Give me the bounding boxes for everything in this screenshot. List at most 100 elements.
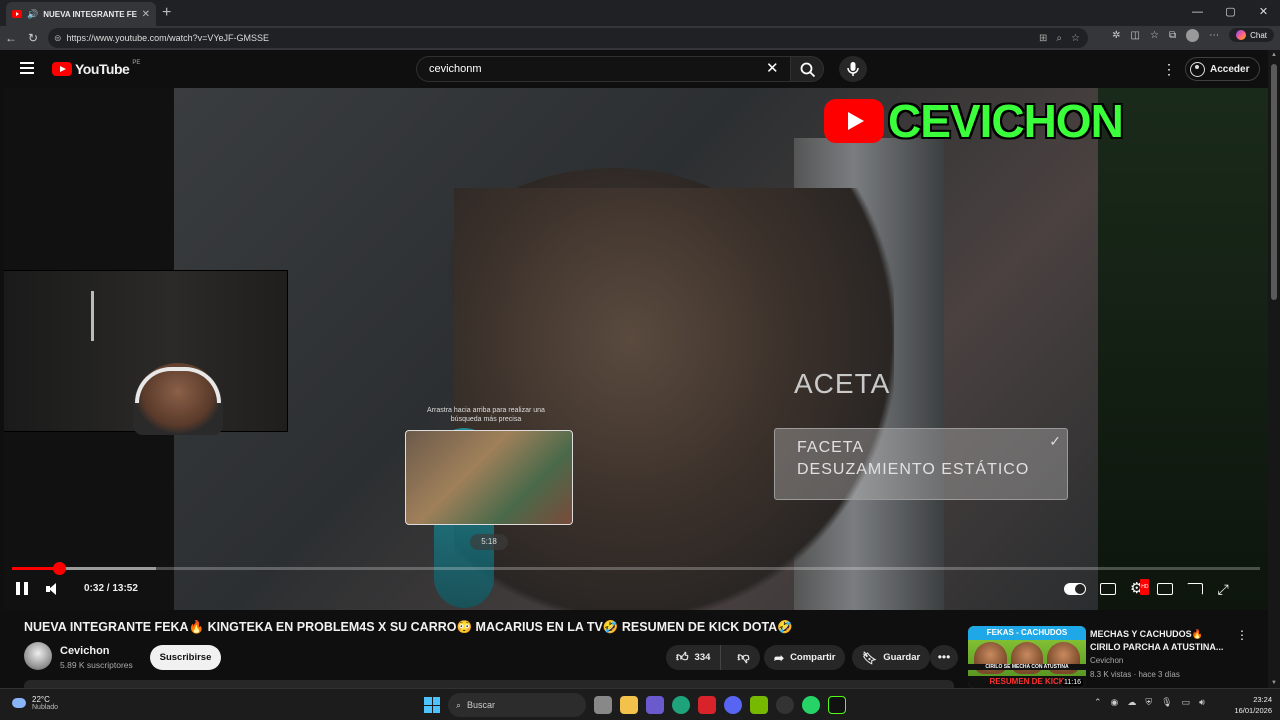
- weather-widget[interactable]: 22°C Nublado: [12, 695, 58, 711]
- channel-avatar[interactable]: [24, 642, 52, 670]
- scrollbar-thumb[interactable]: [1271, 64, 1277, 300]
- zoom-icon[interactable]: ⌕: [1056, 33, 1062, 44]
- wifi-icon[interactable]: ◉: [1111, 697, 1119, 708]
- extensions-icon[interactable]: ✲: [1112, 30, 1120, 41]
- bookmark-star-icon[interactable]: ☆: [1071, 33, 1080, 44]
- like-button[interactable]: 👍︎ 334: [666, 645, 722, 670]
- overlay-card-line1: FACETA: [797, 439, 865, 456]
- subtitles-icon[interactable]: [1100, 583, 1116, 595]
- description-box[interactable]: [24, 680, 954, 688]
- window-controls: — ▢ ✕: [1181, 0, 1280, 24]
- theater-mode-icon[interactable]: [1157, 583, 1174, 595]
- split-screen-icon[interactable]: ◫: [1131, 30, 1140, 41]
- progress-bar[interactable]: [12, 562, 1260, 575]
- recommended-title[interactable]: MECHAS Y CACHUDOS🔥 CIRILO PARCHA A ATUST…: [1090, 628, 1230, 654]
- scroll-down-icon[interactable]: ▼: [1271, 680, 1277, 686]
- system-tray: ⌃ ◉ ☁ ⛨ 🎙︎ ▭ 🔊︎: [1094, 697, 1205, 708]
- search-input[interactable]: cevichonm: [416, 56, 790, 82]
- watermark-text: CEVICHON: [888, 95, 1124, 147]
- thumb-top-text: FEKAS - CACHUDOS: [968, 626, 1086, 640]
- taskbar-search[interactable]: ⌕ Buscar: [448, 693, 586, 717]
- profile-avatar[interactable]: [1186, 28, 1200, 42]
- thumbs-down-icon: 👎︎: [737, 650, 750, 664]
- search-icon: ⌕: [456, 699, 462, 710]
- copilot-icon: [1236, 30, 1247, 40]
- onedrive-icon[interactable]: ☁: [1127, 697, 1136, 708]
- player-controls-right: ⚙ HD ⤢: [1064, 579, 1229, 597]
- share-button[interactable]: ➦ Compartir: [764, 645, 846, 670]
- task-view-icon[interactable]: [594, 696, 612, 714]
- reload-icon[interactable]: ↻: [22, 31, 44, 45]
- video-player[interactable]: CEVICHON ACETA FACETA DESUZAMIENTO ESTÁT…: [4, 88, 1268, 610]
- nvidia-icon[interactable]: [750, 696, 768, 714]
- app-install-icon[interactable]: ⊞: [1039, 33, 1047, 44]
- favorites-icon[interactable]: ☆: [1150, 30, 1159, 41]
- file-explorer-icon[interactable]: [620, 696, 638, 714]
- save-label: Guardar: [883, 652, 921, 663]
- site-info-icon[interactable]: ⊜: [54, 33, 62, 44]
- overlay-card: FACETA DESUZAMIENTO ESTÁTICO ✓: [774, 428, 1068, 500]
- save-button[interactable]: 🔖︎ Guardar: [852, 645, 931, 670]
- back-icon[interactable]: ←: [0, 31, 22, 45]
- dislike-button[interactable]: 👎︎: [727, 650, 759, 665]
- close-tab-icon[interactable]: ✕: [142, 9, 150, 20]
- settings-kebab-icon[interactable]: ⋮: [1162, 62, 1176, 76]
- share-label: Compartir: [790, 652, 836, 663]
- browser-tab[interactable]: 🔊 NUEVA INTEGRANTE FEKA🔥 ✕: [6, 2, 156, 26]
- clear-search-icon[interactable]: ✕: [766, 59, 779, 77]
- cast-icon[interactable]: [1187, 583, 1204, 595]
- photos-app-icon[interactable]: [646, 696, 664, 714]
- game-app-icon[interactable]: [776, 696, 794, 714]
- minimize-button[interactable]: —: [1181, 0, 1214, 24]
- played-bar: [12, 567, 60, 570]
- display-icon[interactable]: ▭: [1182, 697, 1191, 708]
- microphone-icon: [847, 62, 859, 76]
- shield-icon[interactable]: ⛨: [1145, 697, 1152, 708]
- temperature: 22°C: [32, 695, 50, 704]
- player-controls-left: 0:32 / 13:52: [16, 582, 138, 595]
- thumbs-up-icon: 👍︎: [676, 650, 689, 664]
- new-tab-button[interactable]: +: [162, 4, 171, 22]
- voice-search-button[interactable]: [839, 56, 867, 82]
- office-app-icon[interactable]: [698, 696, 716, 714]
- copilot-chat-button[interactable]: Chat: [1229, 28, 1274, 42]
- volume-icon[interactable]: [46, 582, 60, 595]
- search-button[interactable]: [790, 56, 824, 82]
- settings-gear-icon[interactable]: ⚙ HD: [1130, 579, 1150, 597]
- windows-start-icon[interactable]: [424, 697, 440, 713]
- sign-in-button[interactable]: Acceder: [1185, 57, 1261, 81]
- edge-browser-icon[interactable]: [672, 696, 690, 714]
- page-scrollbar[interactable]: ▲ ▼: [1268, 50, 1280, 688]
- subscribe-button[interactable]: Suscribirse: [150, 645, 221, 670]
- address-bar[interactable]: ⊜ https://www.youtube.com/watch?v=VYeJF-…: [48, 28, 1088, 48]
- autoplay-toggle[interactable]: [1064, 583, 1086, 595]
- tray-overflow-icon[interactable]: ⌃: [1094, 697, 1102, 708]
- browser-tab-strip: 🔊 NUEVA INTEGRANTE FEKA🔥 ✕ + — ▢ ✕: [0, 0, 1280, 26]
- system-clock[interactable]: 23:24 16/01/2026: [1226, 694, 1272, 716]
- youtube-favicon-icon: [12, 10, 22, 18]
- scroll-up-icon[interactable]: ▲: [1271, 52, 1277, 58]
- browser-menu-icon[interactable]: ⋯: [1209, 30, 1219, 41]
- recommended-channel[interactable]: Cevichon: [1090, 656, 1123, 665]
- kick-app-icon[interactable]: [828, 696, 846, 714]
- taskbar-search-placeholder: Buscar: [467, 700, 496, 710]
- bookmark-icon: 🔖︎: [862, 650, 878, 665]
- collections-icon[interactable]: ⧉: [1169, 30, 1176, 41]
- discord-icon[interactable]: [724, 696, 742, 714]
- more-actions-button[interactable]: •••: [930, 645, 958, 670]
- youtube-logo[interactable]: YouTube PE: [52, 60, 140, 77]
- close-window-button[interactable]: ✕: [1247, 0, 1280, 24]
- maximize-button[interactable]: ▢: [1214, 0, 1247, 24]
- microphone-tray-icon[interactable]: 🎙︎: [1161, 697, 1172, 708]
- volume-tray-icon[interactable]: 🔊︎: [1199, 697, 1205, 708]
- fullscreen-icon[interactable]: ⤢: [1217, 581, 1228, 597]
- overlay-card-line2: DESUZAMIENTO ESTÁTICO: [797, 461, 1030, 478]
- recommended-menu-icon[interactable]: ⋮: [1236, 628, 1248, 642]
- channel-name[interactable]: Cevichon: [60, 645, 110, 657]
- recommended-thumbnail[interactable]: FEKAS - CACHUDOS CIRILO SE MECHA CON ATU…: [968, 626, 1086, 688]
- speaker-icon[interactable]: 🔊: [27, 9, 38, 20]
- pause-icon[interactable]: [16, 582, 28, 595]
- browser-toolbar: ← ↻ ⊜ https://www.youtube.com/watch?v=VY…: [0, 26, 1280, 50]
- whatsapp-icon[interactable]: [802, 696, 820, 714]
- hamburger-menu-icon[interactable]: [20, 62, 34, 74]
